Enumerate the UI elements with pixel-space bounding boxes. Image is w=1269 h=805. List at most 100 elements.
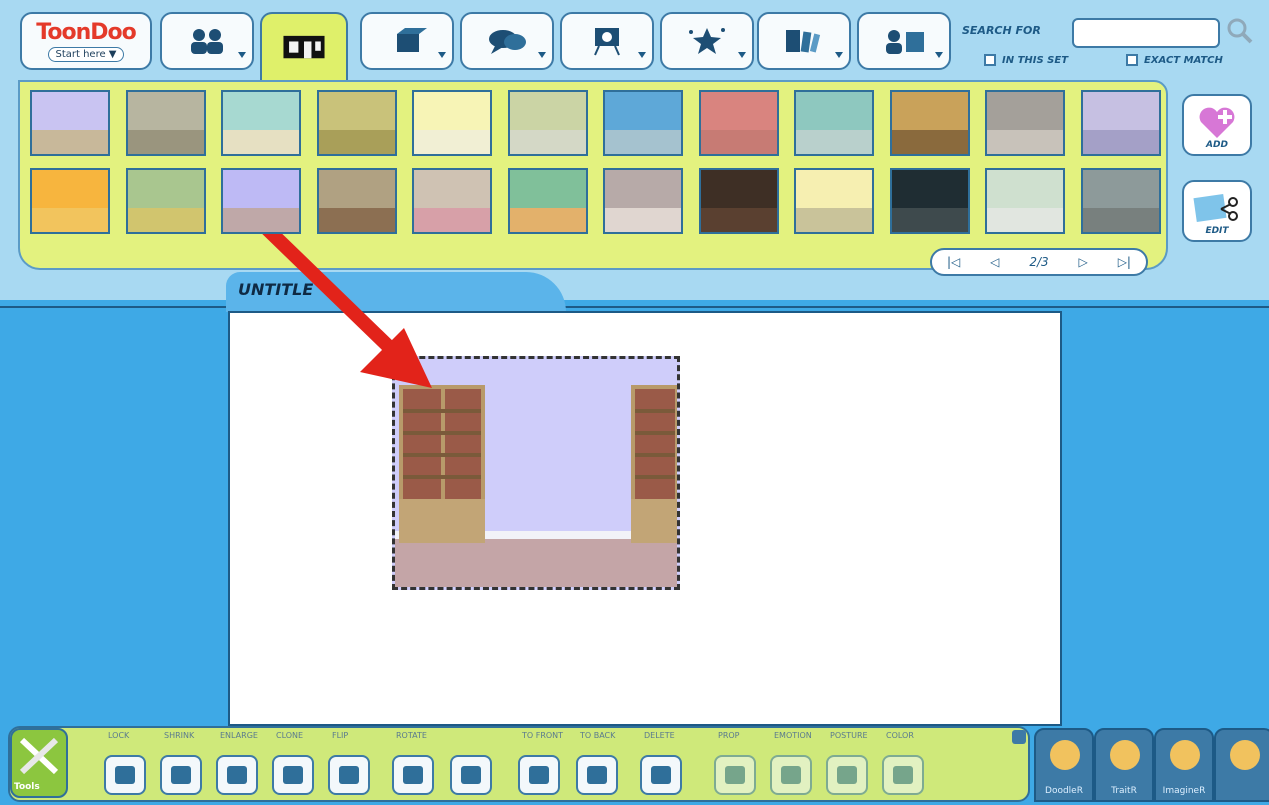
background-thumbnail[interactable]: [603, 90, 683, 156]
help-plugin-button[interactable]: [1214, 728, 1269, 802]
page-indicator: 2/3: [1029, 255, 1049, 269]
thumb-floor: [796, 130, 872, 154]
doodler-plugin-button[interactable]: DoodleR: [1034, 728, 1094, 802]
rotate-right-button[interactable]: [450, 755, 492, 795]
plugin-label: TraitR: [1111, 786, 1137, 796]
prop-icon: [725, 766, 745, 784]
background-thumbnail[interactable]: [698, 90, 779, 156]
color-button[interactable]: [882, 755, 924, 795]
search-input[interactable]: [1072, 18, 1220, 48]
to-front-icon: [529, 766, 549, 784]
traitr-plugin-button[interactable]: TraitR: [1094, 728, 1154, 802]
prop-button[interactable]: [714, 755, 756, 795]
chevron-down-icon: [438, 52, 446, 58]
tab-scenes[interactable]: [757, 12, 851, 70]
background-thumbnail[interactable]: [412, 168, 492, 234]
tab-characters[interactable]: [160, 12, 254, 70]
edit-label: EDIT: [1205, 226, 1229, 236]
start-here-label: Start here ▼: [48, 47, 124, 62]
thumb-floor: [605, 130, 681, 154]
tab-special-effects[interactable]: [660, 12, 754, 70]
background-thumbnail[interactable]: [125, 90, 206, 156]
background-thumbnail[interactable]: [794, 90, 874, 156]
exact-match-label: EXACT MATCH: [1144, 54, 1223, 66]
expand-up-icon[interactable]: [1012, 730, 1026, 744]
toolbar-label: DELETE: [644, 731, 675, 740]
thumb-wall: [318, 92, 395, 131]
to-back-button[interactable]: [576, 755, 618, 795]
thumb-wall: [605, 170, 681, 209]
background-thumbnail[interactable]: [507, 90, 588, 156]
next-page-icon[interactable]: ▷: [1079, 255, 1088, 269]
background-thumbnail[interactable]: [985, 168, 1065, 234]
toolbar-label: ROTATE: [396, 731, 427, 740]
toolbar-label: ENLARGE: [220, 731, 258, 740]
chevron-down-icon: [538, 52, 546, 58]
tab-props[interactable]: [360, 12, 454, 70]
toolbar-label: TO FRONT: [522, 731, 564, 740]
background-thumbnail[interactable]: [316, 90, 397, 156]
edit-button[interactable]: EDIT: [1182, 180, 1252, 242]
chevron-down-icon: [738, 52, 746, 58]
add-button[interactable]: ADD: [1182, 94, 1252, 156]
props-icon: [397, 28, 427, 52]
checkbox-box[interactable]: [984, 54, 996, 66]
background-thumbnail[interactable]: [221, 90, 301, 156]
library-scene: [395, 359, 677, 587]
toolbar-label: FLIP: [332, 731, 349, 740]
thumb-wall: [700, 92, 777, 131]
palette-icon: [1050, 740, 1080, 770]
shrink-button[interactable]: [160, 755, 202, 795]
thumb-wall: [509, 170, 586, 209]
background-thumbnail[interactable]: [794, 168, 874, 234]
background-thumbnail[interactable]: [507, 168, 588, 234]
background-thumbnail[interactable]: [889, 168, 970, 234]
imaginer-plugin-button[interactable]: ImagineR: [1154, 728, 1214, 802]
prev-page-icon[interactable]: ◁: [990, 255, 999, 269]
selected-background-library[interactable]: [392, 356, 680, 590]
rotate-left-button[interactable]: [392, 755, 434, 795]
clone-button[interactable]: [272, 755, 314, 795]
thumb-wall: [32, 92, 108, 131]
thumb-floor: [127, 130, 204, 154]
background-thumbnail[interactable]: [1080, 168, 1161, 234]
thumb-floor: [1082, 130, 1159, 154]
clone-icon: [283, 766, 303, 784]
background-thumbnail[interactable]: [125, 168, 206, 234]
background-thumbnail[interactable]: [1080, 90, 1161, 156]
to-back-icon: [587, 766, 607, 784]
to-front-button[interactable]: [518, 755, 560, 795]
background-thumbnail[interactable]: [412, 90, 492, 156]
tab-backgrounds[interactable]: [260, 12, 348, 82]
background-thumbnail[interactable]: [316, 168, 397, 234]
logo-start-button[interactable]: ToonDoo Start here ▼: [20, 12, 152, 70]
tab-speech-bubbles[interactable]: [460, 12, 554, 70]
tab-my-stuff[interactable]: [857, 12, 951, 70]
background-thumbnail[interactable]: [30, 90, 110, 156]
background-thumbnail[interactable]: [221, 168, 301, 234]
flip-button[interactable]: [328, 755, 370, 795]
background-thumbnail[interactable]: [698, 168, 779, 234]
lock-button[interactable]: [104, 755, 146, 795]
delete-button[interactable]: [640, 755, 682, 795]
in-this-set-checkbox[interactable]: IN THIS SET: [984, 54, 1068, 66]
scissors-icon: [1193, 194, 1238, 222]
background-thumbnail[interactable]: [889, 90, 970, 156]
search-icon[interactable]: [1224, 16, 1254, 46]
user-frame-icon: [886, 30, 924, 54]
toolbar-label: TO BACK: [580, 731, 616, 740]
background-thumbnail[interactable]: [603, 168, 683, 234]
thumb-floor: [700, 130, 777, 154]
first-page-icon[interactable]: |◁: [947, 255, 960, 269]
last-page-icon[interactable]: ▷|: [1118, 255, 1131, 269]
background-thumbnail[interactable]: [985, 90, 1065, 156]
checkbox-box[interactable]: [1126, 54, 1138, 66]
tab-text[interactable]: [560, 12, 654, 70]
enlarge-button[interactable]: [216, 755, 258, 795]
emotion-button[interactable]: [770, 755, 812, 795]
exact-match-checkbox[interactable]: EXACT MATCH: [1126, 54, 1223, 66]
posture-button[interactable]: [826, 755, 868, 795]
in-this-set-label: IN THIS SET: [1002, 54, 1069, 66]
thumb-floor: [32, 208, 108, 232]
background-thumbnail[interactable]: [30, 168, 110, 234]
